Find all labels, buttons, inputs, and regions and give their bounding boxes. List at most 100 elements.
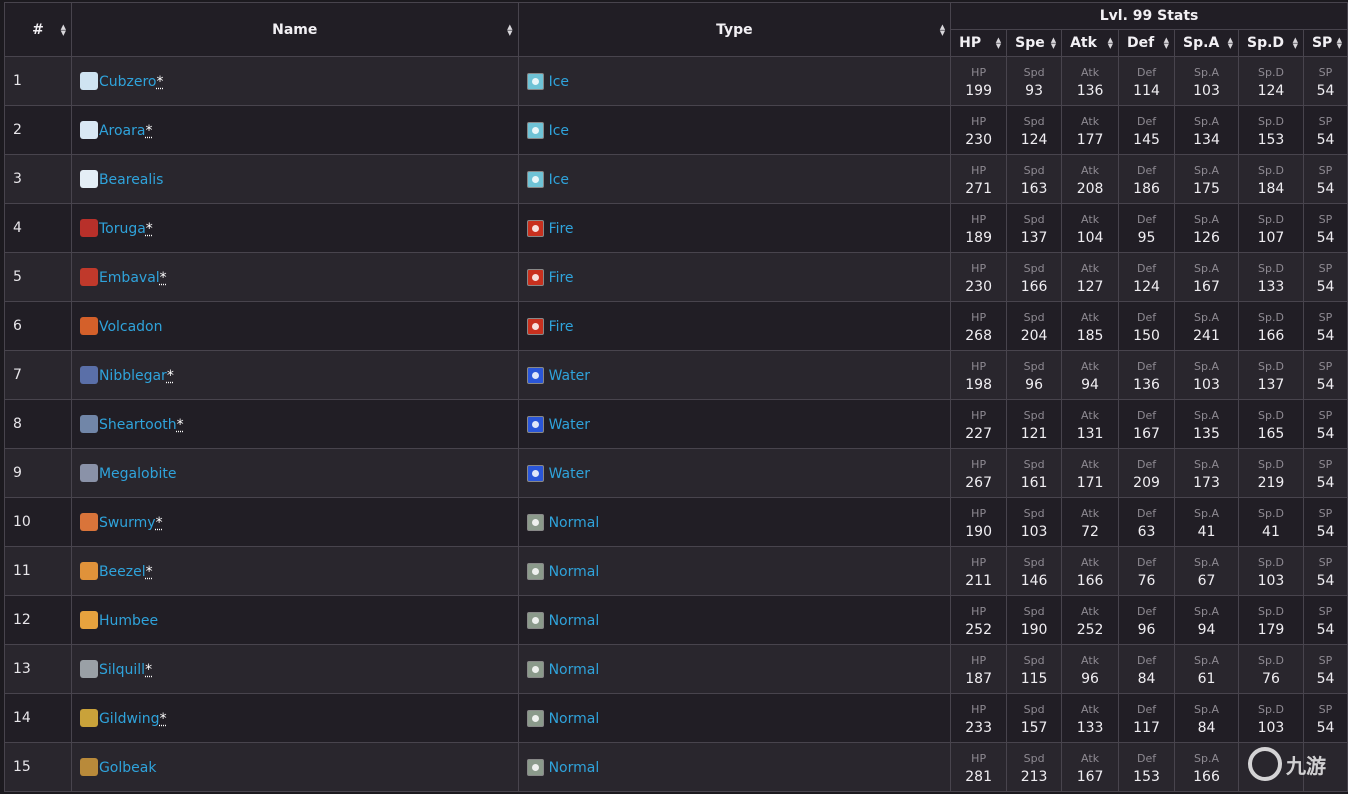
normal-type-icon[interactable] [526, 513, 544, 531]
type-link[interactable]: Normal [549, 613, 600, 629]
column-header-type[interactable]: Type ▲ ▼ [517, 2, 952, 57]
monster-name-link[interactable]: Aroara [99, 123, 146, 139]
footnote-asterisk[interactable]: * [146, 564, 153, 580]
type-link[interactable]: Ice [549, 74, 569, 90]
type-link[interactable]: Normal [549, 760, 600, 776]
sort-arrows-icon[interactable]: ▲ ▼ [507, 23, 512, 36]
footnote-asterisk[interactable]: * [145, 123, 152, 139]
normal-type-icon[interactable] [526, 709, 544, 727]
footnote-asterisk[interactable]: * [160, 711, 167, 727]
sort-arrows-icon[interactable]: ▲ ▼ [996, 37, 1001, 50]
monster-name-link[interactable]: Silquill [99, 662, 145, 678]
monster-sprite-icon[interactable] [79, 415, 98, 433]
monster-name-link[interactable]: Humbee [99, 613, 158, 629]
water-type-icon[interactable] [526, 464, 544, 482]
monster-name-link[interactable]: Megalobite [99, 466, 177, 482]
type-link[interactable]: Ice [549, 123, 569, 139]
type-link[interactable]: Normal [549, 564, 600, 580]
stat-value: 281 [965, 769, 992, 785]
sort-arrows-icon[interactable]: ▲ ▼ [1228, 37, 1233, 50]
type-link[interactable]: Water [549, 466, 590, 482]
monster-sprite-icon[interactable] [79, 513, 98, 531]
sort-arrows-icon[interactable]: ▲ ▼ [1293, 37, 1298, 50]
monster-sprite-icon[interactable] [79, 72, 98, 90]
ice-type-icon[interactable] [526, 170, 544, 188]
sort-arrows-icon[interactable]: ▲ ▼ [1051, 37, 1056, 50]
type-link[interactable]: Normal [549, 515, 600, 531]
monster-name-link[interactable]: Nibblegar [99, 368, 167, 384]
footnote-asterisk[interactable]: * [156, 515, 163, 531]
type-link[interactable]: Ice [549, 172, 569, 188]
monster-sprite-icon[interactable] [79, 268, 98, 286]
type-link[interactable]: Normal [549, 662, 600, 678]
type-link[interactable]: Fire [549, 319, 574, 335]
type-link[interactable]: Normal [549, 711, 600, 727]
monster-sprite-icon[interactable] [79, 121, 98, 139]
monster-name-link[interactable]: Golbeak [99, 760, 157, 776]
monster-name-link[interactable]: Beezel [99, 564, 146, 580]
footnote-asterisk[interactable]: * [160, 270, 167, 286]
column-header-atk[interactable]: Atk ▲ ▼ [1061, 29, 1120, 57]
footnote-asterisk[interactable]: * [167, 368, 174, 384]
stat-label: Def [1136, 556, 1157, 569]
normal-type-icon[interactable] [526, 660, 544, 678]
normal-type-icon[interactable] [526, 611, 544, 629]
monster-sprite-icon[interactable] [79, 170, 98, 188]
monster-sprite-icon[interactable] [79, 611, 98, 629]
monster-sprite-icon[interactable] [79, 562, 98, 580]
monster-sprite-icon[interactable] [79, 219, 98, 237]
stat-def-cell: Def 150 [1118, 301, 1176, 351]
monster-name-link[interactable]: Sheartooth [99, 417, 177, 433]
column-header-name[interactable]: Name ▲ ▼ [70, 2, 519, 57]
column-header-spe[interactable]: Spe ▲ ▼ [1006, 29, 1063, 57]
monster-name-link[interactable]: Cubzero [99, 74, 157, 90]
water-type-icon[interactable] [526, 415, 544, 433]
sort-arrows-icon[interactable]: ▲ ▼ [1108, 37, 1113, 50]
fire-type-icon[interactable] [526, 317, 544, 335]
monster-sprite-icon[interactable] [79, 660, 98, 678]
stat-label: Sp.A [1194, 654, 1219, 667]
type-link[interactable]: Water [549, 368, 590, 384]
sort-arrows-icon[interactable]: ▲ ▼ [1164, 37, 1169, 50]
ice-type-icon[interactable] [526, 72, 544, 90]
footnote-asterisk[interactable]: * [145, 662, 152, 678]
ice-type-icon[interactable] [526, 121, 544, 139]
normal-type-icon[interactable] [526, 562, 544, 580]
stat-label: Def [1136, 311, 1157, 324]
column-header-sp[interactable]: SP ▲ ▼ [1302, 29, 1348, 57]
fire-type-icon[interactable] [526, 268, 544, 286]
stat-spd-cell: Sp.D 133 [1237, 252, 1304, 302]
normal-type-icon[interactable] [526, 758, 544, 776]
fire-type-icon[interactable] [526, 219, 544, 237]
type-link[interactable]: Fire [549, 270, 574, 286]
footnote-asterisk[interactable]: * [177, 417, 184, 433]
sort-arrows-icon[interactable]: ▲ ▼ [1337, 37, 1342, 50]
footnote-asterisk[interactable]: * [146, 221, 153, 237]
monster-name-link[interactable]: Volcadon [99, 319, 163, 335]
monster-name-link[interactable]: Toruga [99, 221, 146, 237]
footnote-asterisk[interactable]: * [156, 74, 163, 90]
monster-name-link[interactable]: Gildwing [99, 711, 160, 727]
column-header-hp[interactable]: HP ▲ ▼ [950, 29, 1008, 57]
stat-label: HP [971, 409, 987, 422]
type-link[interactable]: Fire [549, 221, 574, 237]
column-header-def[interactable]: Def ▲ ▼ [1118, 29, 1176, 57]
stat-label: SP [1318, 507, 1333, 520]
water-type-icon[interactable] [526, 366, 544, 384]
monster-name-link[interactable]: Embaval [99, 270, 160, 286]
sort-arrows-icon[interactable]: ▲ ▼ [61, 23, 66, 36]
monster-sprite-icon[interactable] [79, 709, 98, 727]
sort-arrows-icon[interactable]: ▲ ▼ [940, 23, 945, 36]
column-header-number[interactable]: # ▲ ▼ [4, 2, 72, 57]
monster-sprite-icon[interactable] [79, 317, 98, 335]
monster-name-link[interactable]: Bearealis [99, 172, 164, 188]
monster-sprite-icon[interactable] [79, 464, 98, 482]
column-header-spa[interactable]: Sp.A ▲ ▼ [1174, 29, 1239, 57]
monster-sprite-icon[interactable] [79, 758, 98, 776]
stat-sp-cell: SP 54 [1302, 693, 1348, 743]
column-header-spd[interactable]: Sp.D ▲ ▼ [1237, 29, 1304, 57]
stat-label: Def [1136, 654, 1157, 667]
monster-sprite-icon[interactable] [79, 366, 98, 384]
monster-name-link[interactable]: Swurmy [99, 515, 156, 531]
type-link[interactable]: Water [549, 417, 590, 433]
